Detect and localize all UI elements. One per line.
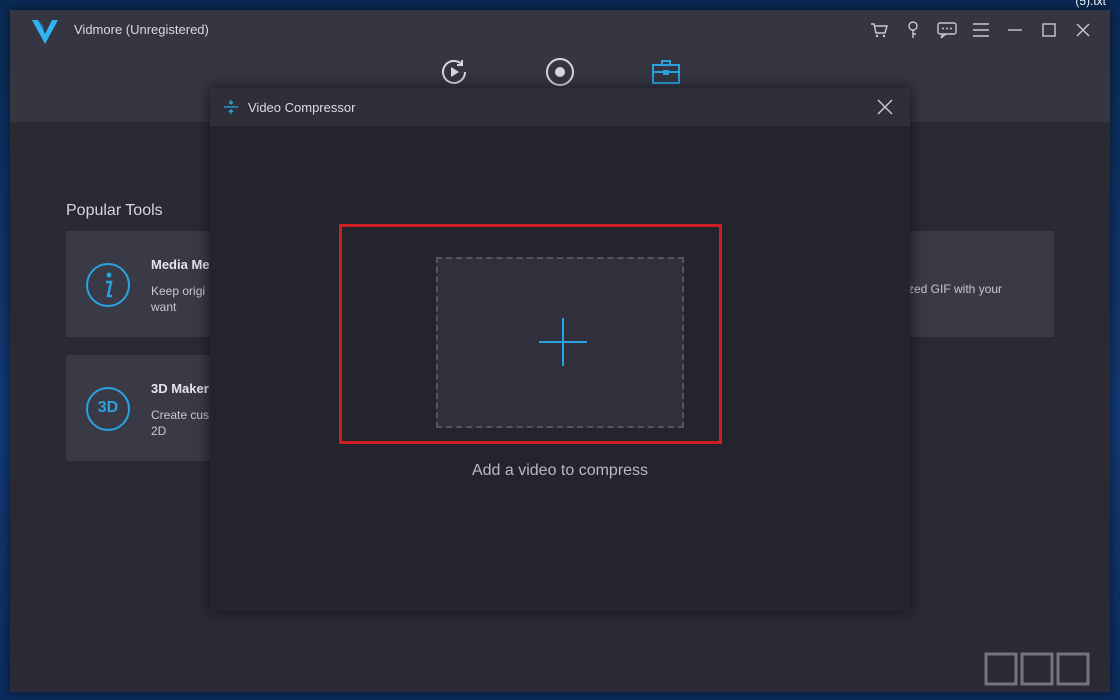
close-icon[interactable] bbox=[1069, 18, 1097, 42]
media-metadata-card[interactable]: Media Me Keep origi want bbox=[66, 231, 216, 337]
vidmore-logo-icon bbox=[32, 20, 58, 44]
feedback-icon[interactable] bbox=[933, 18, 961, 42]
app-title: Vidmore (Unregistered) bbox=[74, 22, 209, 37]
dialog-close-icon[interactable] bbox=[876, 98, 894, 116]
3d-maker-card[interactable]: 3D 3D Maker Create cus 2D bbox=[66, 355, 216, 461]
popular-tools-heading: Popular Tools bbox=[66, 202, 163, 219]
compress-icon bbox=[224, 100, 238, 114]
video-compressor-dialog: Video Compressor Add a video to compress bbox=[210, 88, 910, 611]
card-title: 3D Maker bbox=[151, 381, 209, 396]
minimize-icon[interactable] bbox=[1001, 18, 1029, 42]
plus-icon bbox=[539, 318, 587, 366]
gif-card-description: zed GIF with your bbox=[908, 282, 1003, 296]
info-icon bbox=[86, 263, 130, 307]
toolbox-icon[interactable] bbox=[650, 56, 682, 88]
3d-badge-text: 3D bbox=[97, 399, 119, 416]
add-video-label: Add a video to compress bbox=[471, 462, 649, 479]
key-icon[interactable] bbox=[899, 18, 927, 42]
dialog-title: Video Compressor bbox=[248, 100, 356, 115]
converter-icon[interactable] bbox=[438, 56, 470, 88]
card-title: Media Me bbox=[151, 257, 210, 272]
watermark-logo bbox=[984, 652, 1090, 686]
recorder-icon[interactable] bbox=[544, 56, 576, 88]
dialog-header: Video Compressor bbox=[210, 88, 910, 126]
menu-icon[interactable] bbox=[967, 18, 995, 42]
desktop-file-label: (5).txt bbox=[1075, 0, 1106, 8]
add-video-dropzone[interactable] bbox=[436, 257, 684, 428]
cart-icon[interactable] bbox=[865, 18, 893, 42]
maximize-icon[interactable] bbox=[1035, 18, 1063, 42]
